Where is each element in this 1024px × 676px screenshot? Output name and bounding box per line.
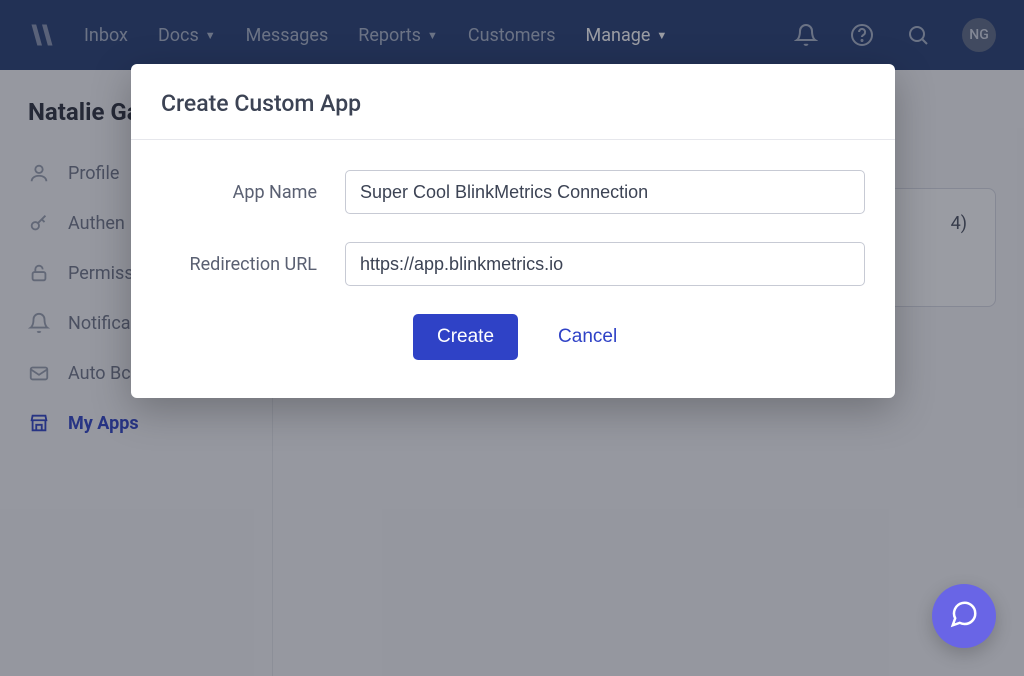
- form-row-redirect-url: Redirection URL: [161, 242, 865, 286]
- app-name-label: App Name: [161, 182, 345, 203]
- app-name-input[interactable]: [345, 170, 865, 214]
- modal-body: App Name Redirection URL Create Cancel: [131, 140, 895, 398]
- redirect-url-label: Redirection URL: [161, 254, 345, 275]
- chat-fab[interactable]: [932, 584, 996, 648]
- modal-header: Create Custom App: [131, 64, 895, 140]
- cancel-button[interactable]: Cancel: [558, 326, 617, 348]
- modal-actions: Create Cancel: [161, 314, 865, 360]
- form-row-app-name: App Name: [161, 170, 865, 214]
- redirect-url-input[interactable]: [345, 242, 865, 286]
- chat-icon: [949, 599, 979, 633]
- modal-title: Create Custom App: [161, 90, 865, 117]
- create-app-modal: Create Custom App App Name Redirection U…: [131, 64, 895, 398]
- create-button[interactable]: Create: [413, 314, 518, 360]
